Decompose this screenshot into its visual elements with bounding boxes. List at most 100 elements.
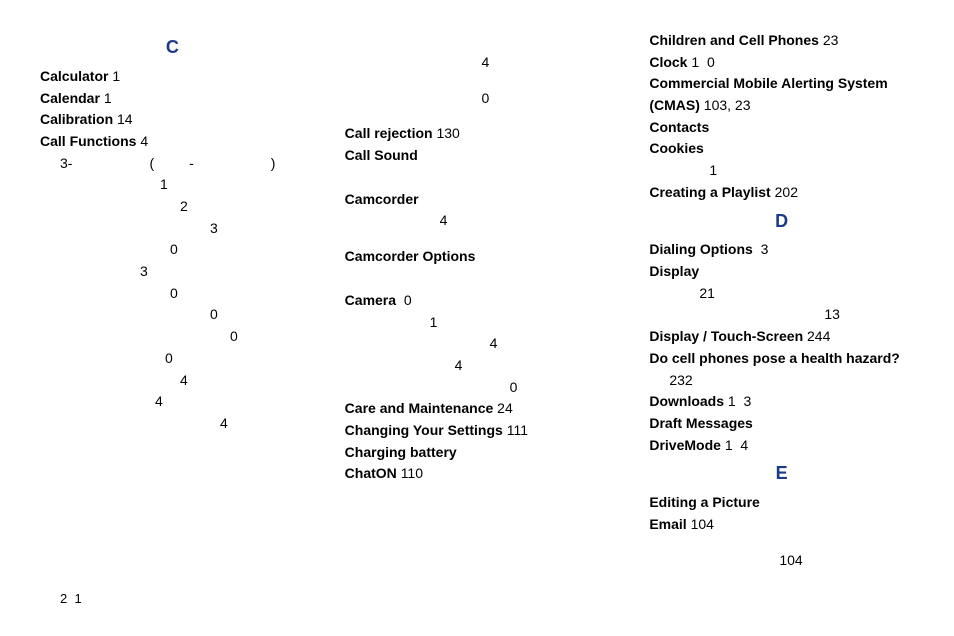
- page-num: 3: [743, 393, 751, 409]
- page-num: 103: [704, 97, 727, 113]
- page-num: 1: [430, 314, 438, 330]
- section-letter-e: E: [649, 460, 914, 488]
- page-num: 104: [691, 516, 714, 532]
- page-num: 23: [823, 32, 839, 48]
- entry-display: Display: [649, 261, 914, 283]
- entry-calibration: Calibration 14: [40, 109, 305, 131]
- index-columns: C Calculator 1 Calendar 1 Calibration 14…: [40, 30, 914, 571]
- term: Camera: [345, 292, 396, 308]
- page-num: 0: [165, 350, 173, 366]
- term: Creating a Playlist: [649, 184, 770, 200]
- entry-camcorder-options: Camcorder Options: [345, 246, 610, 268]
- entry-changing-settings: Changing Your Settings 111: [345, 420, 610, 442]
- page-num: 4: [490, 335, 498, 351]
- sub-num: 4: [345, 210, 610, 232]
- page-num: 23: [735, 97, 751, 113]
- page-num: 1: [691, 54, 699, 70]
- sub-num: 4: [345, 355, 610, 377]
- page-num: 0: [482, 90, 490, 106]
- term: Call Functions: [40, 133, 136, 149]
- page-num: 0: [510, 379, 518, 395]
- entry-cmas: Commercial Mobile Alerting System (CMAS)…: [649, 73, 914, 116]
- entry-health: Do cell phones pose a health hazard?: [649, 348, 914, 370]
- term: Calendar: [40, 90, 100, 106]
- sub-num: 4: [40, 370, 305, 392]
- term: DriveMode: [649, 437, 721, 453]
- entry-contacts: Contacts: [649, 117, 914, 139]
- entry-display-touch: Display / Touch-Screen 244: [649, 326, 914, 348]
- entry-charging-battery: Charging battery: [345, 442, 610, 464]
- term: Charging battery: [345, 444, 457, 460]
- column-3: Children and Cell Phones 23 Clock 1 0 Co…: [649, 30, 914, 571]
- sub-num: 3: [40, 261, 305, 283]
- sub-num: 21: [649, 283, 914, 305]
- sub-num: 3: [40, 218, 305, 240]
- sub-num: 0: [40, 283, 305, 305]
- page-num: 0: [170, 241, 178, 257]
- sub-num: 0: [345, 88, 610, 110]
- page-num: 1: [104, 90, 112, 106]
- sub-3way: 3-xxxxxxxxxxx(xxxxx-xxxxxxxxxxx): [40, 153, 305, 175]
- entry-camcorder: Camcorder: [345, 189, 610, 211]
- sub-num: 1: [649, 160, 914, 182]
- page-num: 13: [824, 306, 840, 322]
- sub-num: 0: [345, 377, 610, 399]
- page-num: 1: [112, 68, 120, 84]
- page-num: 202: [775, 184, 798, 200]
- entry-drivemode: DriveMode 1 4: [649, 435, 914, 457]
- page-num: 4: [440, 212, 448, 228]
- column-1: C Calculator 1 Calendar 1 Calibration 14…: [40, 30, 305, 571]
- page-num: 0: [404, 292, 412, 308]
- entry-playlist: Creating a Playlist 202: [649, 182, 914, 204]
- page-num: 110: [401, 465, 423, 481]
- page-num: 1: [728, 393, 736, 409]
- page-num: 4: [220, 415, 228, 431]
- section-letter-d: D: [649, 208, 914, 236]
- entry-calculator: Calculator 1: [40, 66, 305, 88]
- term: Calibration: [40, 111, 113, 127]
- page-num: 14: [117, 111, 133, 127]
- sub-num: 232: [649, 370, 914, 392]
- footer-num: 1: [74, 591, 81, 606]
- term: Calculator: [40, 68, 108, 84]
- page-num: 1: [725, 437, 733, 453]
- sub-num: 2: [40, 196, 305, 218]
- page-num: 0: [707, 54, 715, 70]
- entry-chaton: ChatON 110: [345, 463, 610, 485]
- sub-num: 1: [345, 312, 610, 334]
- column-2: 4 0 Call rejection 130 Call Sound Camcor…: [345, 30, 610, 571]
- page-num: 3: [761, 241, 769, 257]
- page-num: 104: [779, 552, 802, 568]
- term: Commercial Mobile Alerting System (CMAS): [649, 75, 887, 113]
- page-num: 130: [436, 125, 459, 141]
- sub-num: 4: [40, 413, 305, 435]
- term: Changing Your Settings: [345, 422, 503, 438]
- page-footer: 2 1: [60, 591, 82, 606]
- term: Downloads: [649, 393, 724, 409]
- entry-draft: Draft Messages: [649, 413, 914, 435]
- term: Do cell phones pose a health hazard?: [649, 350, 900, 366]
- entry-camera: Camera 0: [345, 290, 610, 312]
- term: Care and Maintenance: [345, 400, 494, 416]
- page-num: 3: [140, 263, 148, 279]
- page-num: 24: [497, 400, 513, 416]
- page-num: 3: [210, 220, 218, 236]
- entry-email: Email 104: [649, 514, 914, 536]
- page-num: 0: [230, 328, 238, 344]
- sub-num: 1: [40, 174, 305, 196]
- page-num: 4: [455, 357, 463, 373]
- term: Dialing Options: [649, 241, 752, 257]
- term: Call Sound: [345, 147, 418, 163]
- term: Display: [649, 263, 699, 279]
- page-num: 2: [180, 198, 188, 214]
- entry-dialing: Dialing Options 3: [649, 239, 914, 261]
- paren-close: ): [271, 155, 276, 171]
- term: Call rejection: [345, 125, 433, 141]
- text: 3-: [60, 155, 72, 171]
- page-num: 4: [155, 393, 163, 409]
- term: Contacts: [649, 119, 709, 135]
- term: Draft Messages: [649, 415, 753, 431]
- term: Clock: [649, 54, 687, 70]
- section-letter-c: C: [40, 34, 305, 62]
- page-num: 4: [180, 372, 188, 388]
